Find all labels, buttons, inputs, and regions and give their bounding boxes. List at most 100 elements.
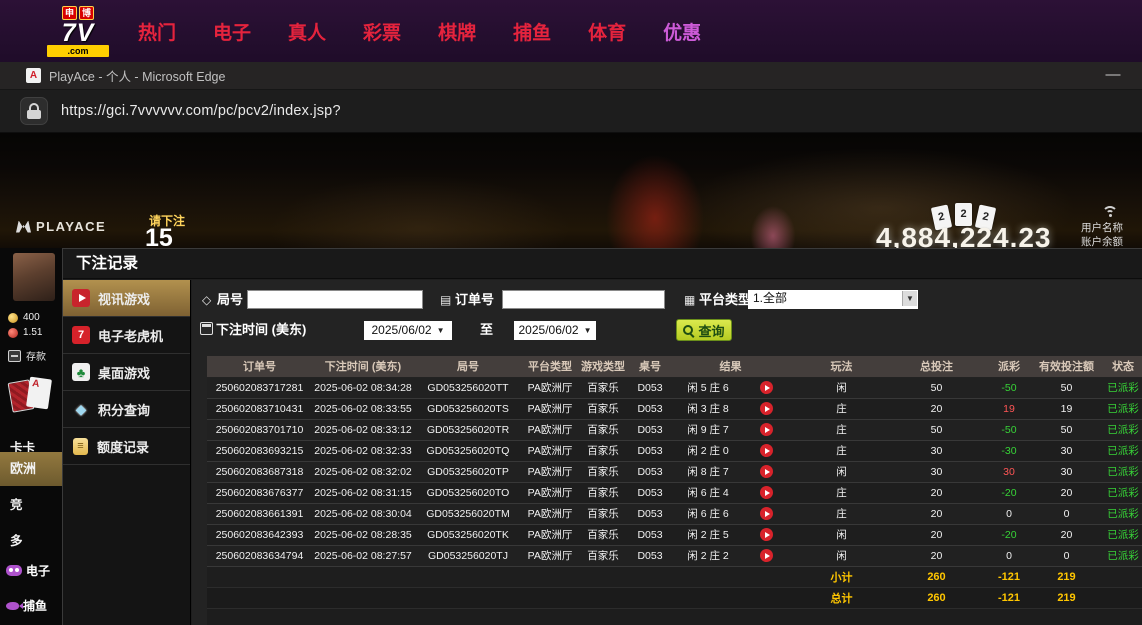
replay-button[interactable]	[760, 549, 773, 562]
table-cell: 闲 2 庄 2	[672, 545, 744, 566]
date-from-select[interactable]: 2025/06/02 ▼	[364, 321, 452, 340]
search-button[interactable]: 查询	[676, 319, 732, 341]
menu-item-board[interactable]: 棋牌	[438, 18, 476, 45]
table-cell: 庄	[789, 440, 894, 461]
table-cell: -50	[979, 419, 1039, 440]
balance-value: 400	[23, 312, 40, 323]
table-cell: 已派彩	[1094, 503, 1142, 524]
site-favicon-icon: A	[26, 68, 41, 83]
table-cell: 闲 5 庄 6	[672, 377, 744, 398]
menu-item-fishing[interactable]: 捕鱼	[513, 18, 551, 45]
site-top-nav: 申 博 7V .com 热门 电子 真人 彩票 棋牌 捕鱼 体育 优惠	[0, 0, 1142, 62]
tab-slot-machines[interactable]: 7 电子老虎机	[63, 317, 190, 354]
platform-type-select[interactable]: 1.全部 ▼	[748, 290, 918, 309]
menu-item-sports[interactable]: 体育	[588, 18, 626, 45]
deposit-button[interactable]: 存款	[8, 348, 46, 363]
menu-item-lottery[interactable]: 彩票	[363, 18, 401, 45]
table-cell: 闲	[789, 377, 894, 398]
to-label: 至	[480, 320, 493, 340]
replay-button[interactable]	[760, 444, 773, 457]
lock-icon[interactable]	[20, 97, 48, 125]
rail-item-label: 捕鱼	[23, 597, 47, 614]
table-cell: 19	[979, 398, 1039, 419]
date-to-value: 2025/06/02	[519, 322, 579, 339]
tab-table-games[interactable]: ♣ 桌面游戏	[63, 354, 190, 391]
modal-content: ◇ 局号 ▤ 订单号 ▦ 平台类型 1.全部 ▼ 下注时间 (美东) 2025/…	[192, 280, 1142, 625]
table-cell: PA欧洲厅	[522, 482, 578, 503]
table-cell: 0	[979, 503, 1039, 524]
table-cell: 250602083701710	[207, 419, 312, 440]
logo-badges: 申 博	[62, 6, 94, 20]
table-header-row: 订单号下注时间 (美东)局号平台类型游戏类型桌号结果玩法总投注派彩有效投注额状态	[207, 356, 1142, 377]
rail-item-slots[interactable]: 电子	[6, 562, 50, 579]
menu-item-hot[interactable]: 热门	[138, 18, 176, 45]
table-cell: GD053256020TK	[414, 524, 522, 545]
table-cell: 20	[894, 503, 979, 524]
table-cell: PA欧洲厅	[522, 524, 578, 545]
table-cell: 百家乐	[578, 440, 628, 461]
tab-label: 桌面游戏	[98, 363, 150, 382]
replay-button[interactable]	[760, 465, 773, 478]
replay-button[interactable]	[760, 402, 773, 415]
date-to-select[interactable]: 2025/06/02 ▼	[514, 321, 596, 340]
bet-record-row: 2506020837017102025-06-02 08:33:12GD0532…	[207, 419, 1142, 440]
table-cell	[744, 461, 789, 482]
round-number-label: 局号	[217, 290, 243, 310]
table-cell: 2025-06-02 08:28:35	[312, 524, 414, 545]
replay-button[interactable]	[760, 507, 773, 520]
table-cell: 260	[894, 566, 979, 587]
table-cell: PA欧洲厅	[522, 545, 578, 566]
table-cell: 250602083710431	[207, 398, 312, 419]
menu-item-live[interactable]: 真人	[288, 18, 326, 45]
gold-coin-icon	[8, 313, 18, 323]
search-button-label: 查询	[698, 321, 724, 340]
table-cell: 百家乐	[578, 503, 628, 524]
table-cell: 250602083687318	[207, 461, 312, 482]
table-cell: 2025-06-02 08:30:04	[312, 503, 414, 524]
table-cell: D053	[628, 461, 672, 482]
screen: 申 博 7V .com 热门 电子 真人 彩票 棋牌 捕鱼 体育 优惠 A Pl…	[0, 0, 1142, 625]
wifi-icon	[1102, 206, 1118, 220]
menu-item-slots[interactable]: 电子	[213, 18, 251, 45]
hall-item-duo[interactable]: 多	[0, 531, 62, 551]
replay-button[interactable]	[760, 423, 773, 436]
table-cell: 20	[894, 545, 979, 566]
logo-badge-left: 申	[62, 6, 77, 20]
tab-video-games[interactable]: 视讯游戏	[63, 280, 190, 317]
red-chip-icon	[8, 328, 18, 338]
minimize-button[interactable]: —	[1098, 63, 1128, 89]
playace-mark-icon	[16, 221, 31, 233]
table-cell: 2025-06-02 08:32:02	[312, 461, 414, 482]
table-cell: 已派彩	[1094, 419, 1142, 440]
site-logo[interactable]: 申 博 7V .com	[46, 6, 110, 57]
round-number-input[interactable]	[247, 290, 423, 309]
replay-button[interactable]	[760, 381, 773, 394]
table-cell	[207, 566, 789, 587]
table-cell: PA欧洲厅	[522, 398, 578, 419]
table-cell: 闲 2 庄 0	[672, 440, 744, 461]
table-cell	[744, 377, 789, 398]
address-url[interactable]: https://gci.7vvvvvv.com/pc/pcv2/index.js…	[61, 103, 341, 119]
tab-points-query[interactable]: ◆ 积分查询	[63, 391, 190, 428]
records-table-wrap: 订单号下注时间 (美东)局号平台类型游戏类型桌号结果玩法总投注派彩有效投注额状态…	[207, 356, 1142, 625]
hall-item-europe[interactable]: 欧洲	[0, 452, 62, 486]
logo-brand: 7V	[62, 21, 95, 45]
account-balance-label: 账户余额	[1081, 235, 1123, 248]
user-avatar[interactable]	[13, 253, 55, 301]
order-number-input[interactable]	[502, 290, 665, 309]
table-cell: -121	[979, 587, 1039, 608]
tab-credit-records[interactable]: ≡ 额度记录	[63, 428, 190, 465]
hall-item-jing[interactable]: 竞	[0, 495, 62, 515]
modal-tabs: 视讯游戏 7 电子老虎机 ♣ 桌面游戏 ◆ 积分查询 ≡ 额度记录	[63, 280, 191, 625]
table-cell: -121	[979, 566, 1039, 587]
replay-button[interactable]	[760, 528, 773, 541]
menu-item-promo[interactable]: 优惠	[663, 18, 701, 45]
order-clipboard-icon: ▤	[440, 290, 451, 310]
table-cell: PA欧洲厅	[522, 461, 578, 482]
replay-button[interactable]	[760, 486, 773, 499]
rail-item-fishing[interactable]: 捕鱼	[6, 597, 47, 614]
table-cell: 250602083693215	[207, 440, 312, 461]
table-cell: 50	[1039, 377, 1094, 398]
table-cell: -20	[979, 482, 1039, 503]
user-name-label: 用户名称	[1081, 221, 1123, 235]
